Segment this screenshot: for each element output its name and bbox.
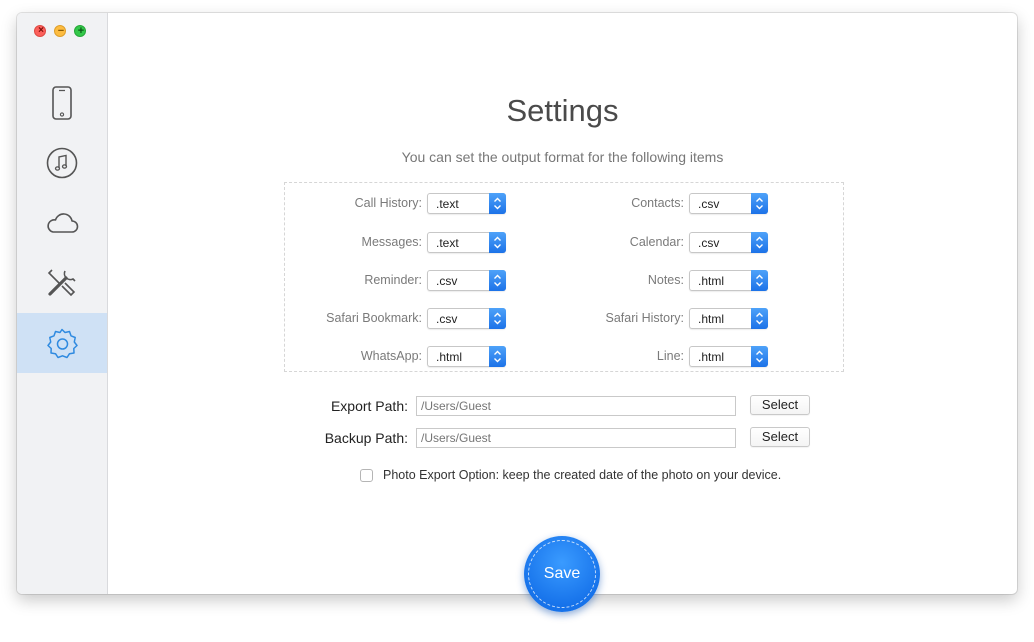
photo-export-option: Photo Export Option: keep the created da… bbox=[360, 468, 781, 482]
updown-arrows-icon bbox=[489, 345, 506, 367]
page-subtitle: You can set the output format for the fo… bbox=[401, 149, 724, 165]
export-path-input[interactable] bbox=[416, 396, 736, 416]
photo-export-checkbox[interactable] bbox=[360, 468, 373, 482]
updown-arrows-icon bbox=[489, 231, 506, 253]
format-label: Safari Bookmark: bbox=[326, 311, 422, 325]
format-label: WhatsApp: bbox=[360, 349, 422, 363]
sidebar-item-device[interactable] bbox=[17, 73, 107, 133]
format-select-calendar[interactable]: .csv bbox=[689, 231, 768, 253]
export-path-select-button[interactable]: Select bbox=[750, 395, 810, 415]
format-row-safari-history: Safari History: .html bbox=[605, 307, 768, 329]
gear-icon bbox=[47, 328, 78, 359]
music-icon bbox=[46, 147, 78, 179]
close-window-button[interactable]: × bbox=[34, 25, 46, 37]
format-label: Contacts: bbox=[631, 196, 684, 210]
sidebar-item-icloud[interactable] bbox=[17, 193, 107, 253]
sidebar-item-settings[interactable] bbox=[17, 313, 107, 373]
minimize-icon: − bbox=[57, 25, 65, 37]
format-select-safari-bookmark[interactable]: .csv bbox=[427, 307, 506, 329]
format-label: Safari History: bbox=[605, 311, 685, 325]
backup-path-select-button[interactable]: Select bbox=[750, 427, 810, 447]
updown-arrows-icon bbox=[751, 345, 768, 367]
maximize-icon: + bbox=[77, 25, 85, 37]
backup-path-label: Backup Path: bbox=[324, 430, 408, 446]
sidebar: × − + bbox=[17, 13, 108, 594]
cloud-icon bbox=[47, 213, 79, 233]
format-row-line: Line: .html bbox=[657, 345, 768, 367]
save-button[interactable]: Save bbox=[524, 536, 600, 612]
app-window: × − + Settings You can set the output fo… bbox=[17, 13, 1017, 594]
format-select-notes[interactable]: .html bbox=[689, 269, 768, 291]
format-row-contacts: Contacts: .csv bbox=[631, 192, 768, 214]
format-row-reminder: Reminder: .csv bbox=[364, 269, 506, 291]
phone-icon bbox=[52, 86, 72, 120]
format-row-calendar: Calendar: .csv bbox=[630, 231, 768, 253]
sidebar-item-tools[interactable] bbox=[17, 253, 107, 313]
format-select-reminder[interactable]: .csv bbox=[427, 269, 506, 291]
updown-arrows-icon bbox=[751, 192, 768, 214]
format-row-safari-bookmark: Safari Bookmark: .csv bbox=[326, 307, 506, 329]
save-button-label: Save bbox=[543, 565, 581, 582]
photo-export-label: Photo Export Option: keep the created da… bbox=[383, 468, 782, 482]
format-select-call-history[interactable]: .text bbox=[427, 192, 506, 214]
format-label: Line: bbox=[656, 349, 684, 363]
backup-path-row: Backup Path: bbox=[316, 427, 736, 449]
updown-arrows-icon bbox=[751, 307, 768, 329]
format-row-call-history: Call History: .text bbox=[355, 192, 506, 214]
format-row-messages: Messages: .text bbox=[362, 231, 506, 253]
updown-arrows-icon bbox=[751, 231, 768, 253]
page-title: Settings bbox=[506, 93, 619, 128]
updown-arrows-icon bbox=[751, 269, 768, 291]
tools-icon bbox=[47, 269, 76, 297]
format-label: Reminder: bbox=[364, 273, 422, 287]
format-select-messages[interactable]: .text bbox=[427, 231, 506, 253]
format-row-notes: Notes: .html bbox=[648, 269, 768, 291]
format-label: Call History: bbox=[354, 196, 422, 210]
minimize-window-button[interactable]: − bbox=[54, 25, 66, 37]
format-select-whatsapp[interactable]: .html bbox=[427, 345, 506, 367]
format-label: Messages: bbox=[361, 235, 422, 249]
format-label: Notes: bbox=[647, 273, 684, 287]
format-select-safari-history[interactable]: .html bbox=[689, 307, 768, 329]
export-path-label: Export Path: bbox=[330, 398, 408, 414]
close-icon: × bbox=[38, 25, 44, 36]
updown-arrows-icon bbox=[489, 307, 506, 329]
updown-arrows-icon bbox=[489, 269, 506, 291]
maximize-window-button[interactable]: + bbox=[74, 25, 86, 37]
format-select-line[interactable]: .html bbox=[689, 345, 768, 367]
export-path-row: Export Path: bbox=[316, 395, 736, 417]
format-label: Calendar: bbox=[629, 235, 684, 249]
sidebar-item-itunes[interactable] bbox=[17, 133, 107, 193]
format-select-contacts[interactable]: .csv bbox=[689, 192, 768, 214]
window-controls: × − + bbox=[34, 25, 86, 37]
format-row-whatsapp: WhatsApp: .html bbox=[361, 345, 506, 367]
backup-path-input[interactable] bbox=[416, 428, 736, 448]
settings-panel: Settings You can set the output format f… bbox=[108, 13, 1017, 594]
format-options: Call History: .text Contacts: .csv Messa… bbox=[284, 182, 844, 372]
updown-arrows-icon bbox=[489, 192, 506, 214]
